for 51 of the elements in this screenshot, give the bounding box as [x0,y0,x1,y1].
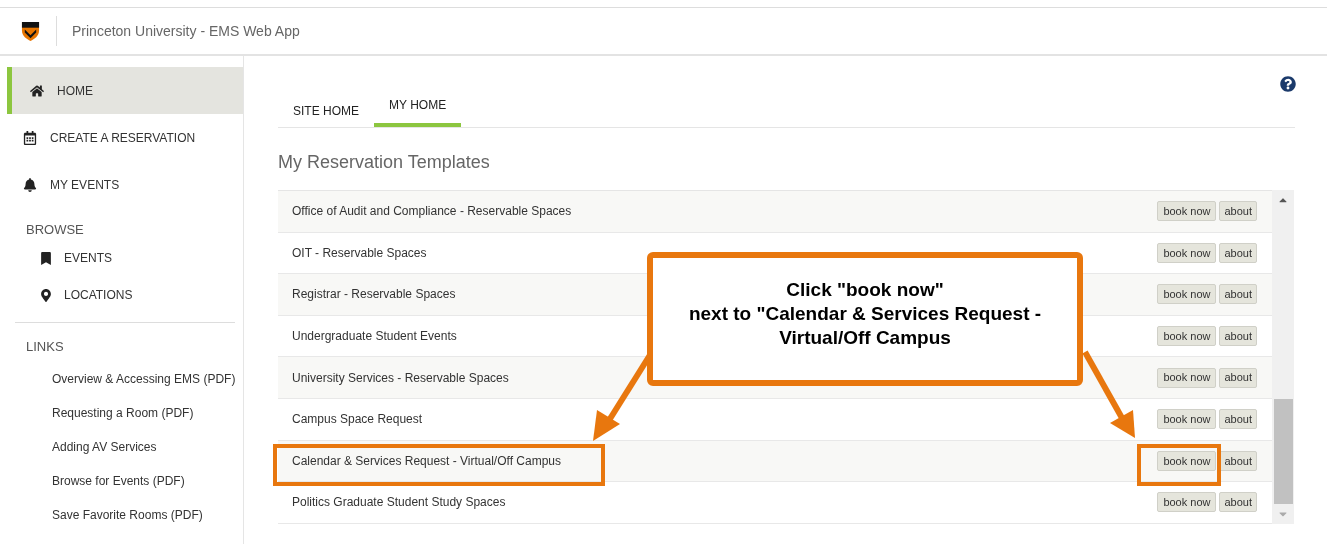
nav-item[interactable]: MY EVENTS [7,161,243,208]
template-name: Undergraduate Student Events [292,328,457,346]
nav-item[interactable]: HOME [7,67,243,114]
nav-item[interactable]: CREATE A RESERVATION [7,114,243,161]
scroll-thumb[interactable] [1273,399,1293,504]
template-name: University Services - Reservable Spaces [292,369,509,387]
browse-item[interactable]: LOCATIONS [40,276,133,314]
browse-item[interactable]: EVENTS [40,239,112,277]
bookmark-icon [40,251,52,265]
book-now-button[interactable]: book now [1157,284,1217,305]
section-heading: LINKS [26,337,65,356]
template-name: Calendar & Services Request - Virtual/Off Campus [292,452,561,470]
template-name: Office of Audit and Compliance - Reservable Spaces [292,203,572,221]
help-icon[interactable] [1280,76,1296,92]
callout-text: next to "Calendar & Services Request - Virtual/Off Campus [687,302,1043,350]
about-button[interactable]: about [1219,409,1257,430]
callout-text: Click "book now" [785,278,945,302]
bell-icon [23,177,37,192]
book-now-button[interactable]: book now [1157,242,1217,263]
scrollbar[interactable] [1272,190,1294,524]
template-name: OIT - Reservable Spaces [292,244,427,262]
about-button[interactable]: about [1219,450,1257,471]
book-now-button[interactable]: book now [1157,326,1217,347]
tab[interactable]: SITE HOME [278,92,374,127]
pdf-link[interactable]: Save Favorite Rooms (PDF) [52,498,203,532]
book-now-button[interactable]: book now [1157,201,1217,222]
pdf-link[interactable]: Browse for Events (PDF) [52,464,185,498]
book-now-button[interactable]: book now [1157,450,1217,471]
shield-logo[interactable] [21,20,40,42]
tab[interactable]: MY HOME [374,92,462,127]
home-icon [30,83,44,98]
calendar-icon [23,130,37,145]
about-button[interactable]: about [1219,201,1257,222]
about-button[interactable]: about [1219,284,1257,305]
app-title: Princeton University - EMS Web App [72,21,300,41]
pdf-link[interactable]: Adding AV Services [52,430,157,464]
book-now-button[interactable]: book now [1157,367,1217,388]
pdf-link[interactable]: Requesting a Room (PDF) [52,396,194,430]
book-now-button[interactable]: book now [1157,492,1217,513]
template-name: Registrar - Reservable Spaces [292,286,456,304]
map-pin-icon [40,288,52,302]
section-title: My Reservation Templates [278,151,491,174]
about-button[interactable]: about [1219,367,1257,388]
about-button[interactable]: about [1219,242,1257,263]
pdf-link[interactable]: Overview & Accessing EMS (PDF) [52,362,236,396]
book-now-button[interactable]: book now [1157,409,1217,430]
template-name: Campus Space Request [292,411,423,429]
about-button[interactable]: about [1219,492,1257,513]
section-heading: BROWSE [26,221,85,239]
about-button[interactable]: about [1219,326,1257,347]
template-name: Politics Graduate Student Study Spaces [292,494,506,512]
